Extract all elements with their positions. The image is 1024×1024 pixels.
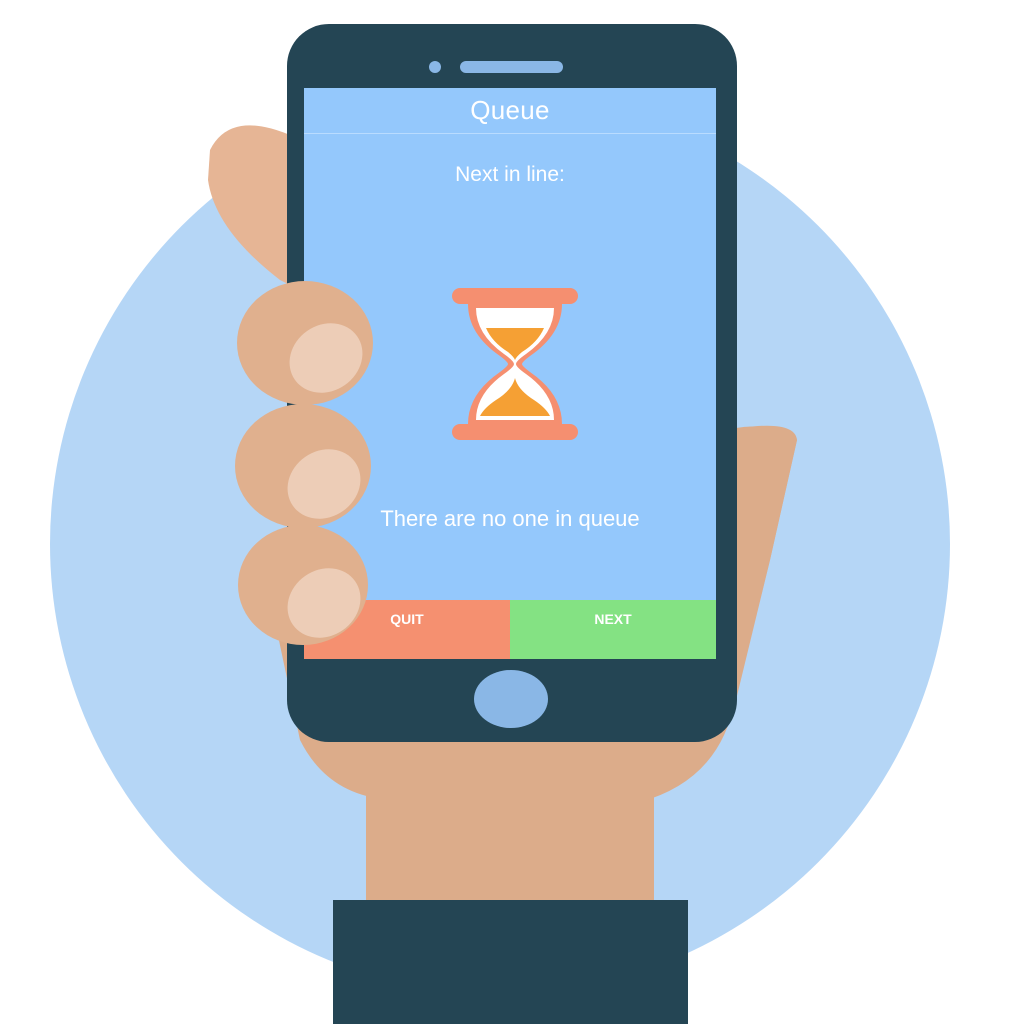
- empty-queue-message: There are no one in queue: [380, 506, 640, 531]
- phone-screen: Queue Next in line: There are no one in …: [304, 88, 716, 659]
- next-button[interactable]: NEXT: [510, 600, 716, 659]
- app-title: Queue: [470, 95, 550, 125]
- index-finger: [208, 125, 300, 290]
- action-button-row: QUIT NEXT: [304, 600, 716, 659]
- wrist: [366, 790, 654, 910]
- app-header: Queue: [304, 88, 716, 134]
- front-camera: [429, 61, 441, 73]
- sleeve-cuff: [333, 900, 688, 1024]
- quit-button[interactable]: QUIT: [304, 600, 510, 659]
- hourglass-icon: [452, 288, 578, 440]
- illustration-stage: Queue Next in line: There are no one in …: [0, 0, 1024, 1024]
- home-button-icon[interactable]: [474, 670, 548, 728]
- next-in-line-label: Next in line:: [455, 163, 565, 186]
- earpiece: [460, 61, 563, 73]
- thumb: [736, 426, 797, 700]
